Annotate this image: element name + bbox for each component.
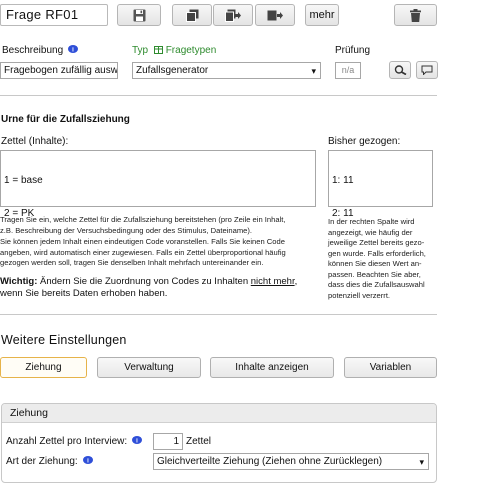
more-label: mehr [309,9,335,21]
save-button[interactable] [117,4,161,26]
delete-button[interactable] [394,4,437,26]
info-icon[interactable]: i [82,456,93,464]
urn-warning: Wichtig: Ändern Sie die Zuordnung von Co… [0,276,298,299]
more-button[interactable]: mehr [305,4,339,26]
slips-label: Zettel (Inhalte): [1,136,69,147]
copy-arrow-icon [225,9,241,22]
comment-button[interactable] [416,61,438,79]
duplicate-button[interactable] [172,4,212,26]
tab-variables[interactable]: Variablen [344,357,437,378]
mode-label: Art der Ziehung: i [6,456,93,467]
slip-line: 1 = base [4,175,43,186]
urn-help-right: In der rechten Spalte wird angezeigt, wi… [328,217,426,300]
draw-panel-title: Ziehung [10,407,48,419]
copy-to-button[interactable] [213,4,253,26]
tab-draw[interactable]: Ziehung [0,357,87,378]
trash-icon [410,8,421,22]
tab-show-contents[interactable]: Inhalte anzeigen [210,357,334,378]
question-types-link[interactable]: Fragetypen [166,45,217,56]
drawn-textarea[interactable]: 1: 11 2: 11 [328,150,433,219]
divider [0,314,437,315]
divider [0,95,437,96]
move-arrow-icon [267,10,283,20]
question-title: Frage RF01 [0,4,108,26]
type-label: Typ Fragetypen [132,45,217,56]
drawn-line: 1: 11 [332,175,354,186]
check-label: Prüfung [335,45,371,56]
description-label: Beschreibung i [2,45,78,56]
draw-panel-header: Ziehung [2,404,436,423]
draw-mode-select[interactable]: Gleichverteilte Ziehung (Ziehen ohne Zur… [153,453,429,470]
info-icon[interactable]: i [131,436,142,444]
count-label: Anzahl Zettel pro Interview: i [6,436,142,447]
tab-management[interactable]: Verwaltung [97,357,201,378]
save-icon [133,9,145,21]
chevron-down-icon: ▾ [311,66,316,76]
settings-heading: Weitere Einstellungen [1,333,127,347]
chevron-down-icon: ▾ [419,457,424,467]
table-icon [153,46,163,54]
description-input[interactable]: Fragebogen zufällig auswä [0,62,118,79]
urn-heading: Urne für die Zufallsziehung [1,114,130,125]
info-icon[interactable]: i [67,45,78,53]
move-button[interactable] [255,4,295,26]
slips-textarea[interactable]: 1 = base 2 = PK [0,150,316,219]
count-unit: Zettel [186,436,212,447]
question-type-select[interactable]: Zufallsgenerator ▾ [132,62,321,79]
magnifier-icon [394,65,406,75]
drawn-label: Bisher gezogen: [328,136,401,147]
copy-icon [185,9,198,22]
speech-bubble-icon [421,65,433,75]
check-input[interactable]: n/a [335,62,361,79]
search-button[interactable] [389,61,411,79]
count-input[interactable]: 1 [153,433,183,450]
urn-help-left: Tragen Sie ein, welche Zettel für die Zu… [0,215,286,267]
